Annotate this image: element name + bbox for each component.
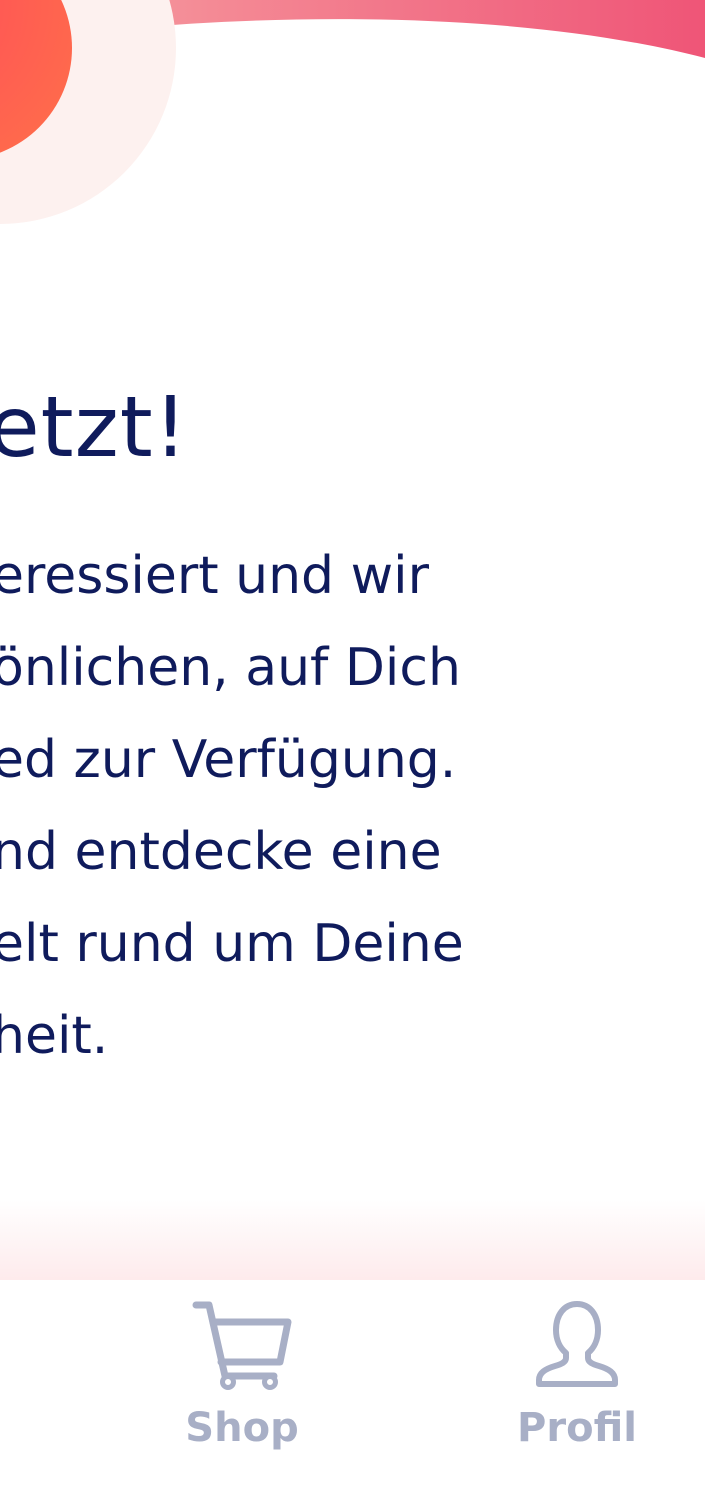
body-line: heit. [0, 1006, 109, 1066]
headline: etzt! [0, 378, 189, 476]
body-line: nd entdecke eine [0, 822, 442, 882]
bottom-fade [0, 1200, 705, 1280]
nav-item-profil[interactable]: Profil [487, 1280, 667, 1487]
bottom-nav: Shop Profil [0, 1280, 705, 1487]
nav-label-profil: Profil [517, 1405, 637, 1451]
body-line: elt rund um Deine [0, 914, 464, 974]
nav-item-shop[interactable]: Shop [152, 1280, 332, 1487]
body-line: önlichen, auf Dich [0, 638, 461, 698]
screen: etzt! eressiert und wir önlichen, auf Di… [0, 0, 705, 1487]
cart-icon [192, 1301, 292, 1390]
header-decoration [0, 0, 705, 224]
user-icon [536, 1301, 618, 1387]
body-line: ed zur Verfügung. [0, 730, 457, 790]
body-line: eressiert und wir [0, 546, 429, 606]
body-text: eressiert und wir önlichen, auf Dich ed … [0, 530, 705, 1082]
nav-label-shop: Shop [185, 1405, 299, 1451]
